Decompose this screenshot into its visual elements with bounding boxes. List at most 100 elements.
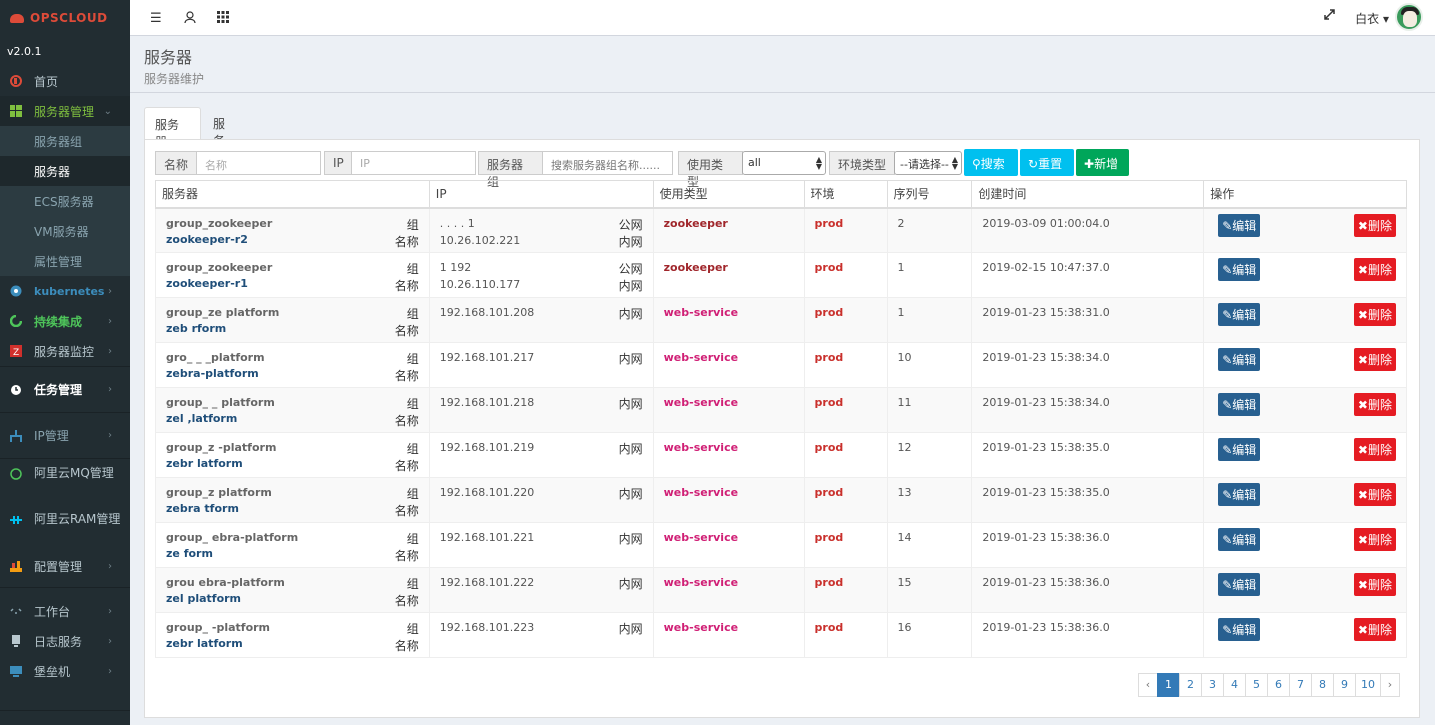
page-button[interactable]: 8 xyxy=(1311,673,1334,697)
env-select[interactable]: --请选择-- ▲ ▼ xyxy=(894,151,962,175)
col-header-created[interactable]: 创建时间 xyxy=(971,180,1205,209)
edit-button[interactable]: ✎编辑 xyxy=(1218,618,1261,641)
server-name[interactable]: zebra tform xyxy=(166,502,419,515)
sidebar-item-ecs[interactable]: ECS服务器 xyxy=(0,186,130,216)
server-name[interactable]: zebr latform xyxy=(166,457,419,470)
edit-button[interactable]: ✎编辑 xyxy=(1218,213,1261,237)
page-button[interactable]: 5 xyxy=(1245,673,1268,697)
server-name[interactable]: zeb rform xyxy=(166,322,419,335)
sidebar-item-workbench[interactable]: 工作台 › xyxy=(0,596,130,626)
server-group[interactable]: grou ebra-platform xyxy=(166,576,419,589)
created-time: 2019-02-15 10:47:37.0 xyxy=(982,261,1110,274)
name-input[interactable]: 名称 xyxy=(196,151,321,175)
page-button[interactable]: 2 xyxy=(1179,673,1202,697)
server-name[interactable]: zel ,latform xyxy=(166,412,419,425)
user-menu[interactable]: 白衣 ▾ xyxy=(1355,10,1389,27)
tab-server-attributes[interactable]: 服务器&属性 xyxy=(203,107,235,213)
delete-button[interactable]: ✖删除 xyxy=(1353,528,1396,551)
page-button[interactable]: 7 xyxy=(1289,673,1312,697)
col-header-env[interactable]: 环境 xyxy=(803,180,888,209)
sidebar-item-vm[interactable]: VM服务器 xyxy=(0,216,130,246)
delete-button[interactable]: ✖删除 xyxy=(1353,213,1396,237)
refresh-icon: ↻ xyxy=(1028,157,1039,171)
sidebar-item-home[interactable]: 首页 xyxy=(0,66,130,96)
sidebar-item-server-mgmt[interactable]: 服务器管理 ⌄ xyxy=(0,96,130,126)
server-group[interactable]: group_ _ platform xyxy=(166,396,419,409)
sidebar-item-config[interactable]: 配置管理 › xyxy=(0,551,130,581)
brand[interactable]: OPSCLOUD xyxy=(0,0,130,36)
edit-button[interactable]: ✎编辑 xyxy=(1218,438,1261,461)
tab-servers[interactable]: 服务器 xyxy=(144,107,201,149)
edit-button[interactable]: ✎编辑 xyxy=(1218,393,1261,416)
server-group[interactable]: gro_ _ _platform xyxy=(166,351,419,364)
add-button[interactable]: ✚新增 xyxy=(1076,149,1129,176)
page-button[interactable]: 9 xyxy=(1333,673,1356,697)
group-search-input[interactable]: 搜索服务器组名称...... xyxy=(542,151,673,175)
col-header-server[interactable]: 服务器 xyxy=(155,180,430,209)
page-button[interactable]: 10 xyxy=(1355,673,1381,697)
server-group[interactable]: group_zookeeper xyxy=(166,261,419,274)
server-name[interactable]: zel platform xyxy=(166,592,419,605)
cell-ip: 192.168.101.217 内网 xyxy=(428,342,654,388)
server-name[interactable]: zebra-platform xyxy=(166,367,419,380)
usage-select[interactable]: all ▲ ▼ xyxy=(742,151,826,175)
page-button[interactable]: 4 xyxy=(1223,673,1246,697)
chevron-right-icon: › xyxy=(108,285,112,297)
sidebar-item-bastion[interactable]: 堡垒机 › xyxy=(0,656,130,686)
col-header-ip[interactable]: IP xyxy=(428,180,654,209)
cell-created: 2019-01-23 15:38:34.0 xyxy=(971,387,1205,433)
menu-toggle-icon[interactable]: ☰ xyxy=(150,11,162,26)
sidebar-item-ci[interactable]: 持续集成 › xyxy=(0,306,130,336)
delete-button[interactable]: ✖删除 xyxy=(1353,348,1396,371)
sidebar-item-ram[interactable]: 阿里云RAM管理 › xyxy=(0,505,130,551)
delete-button[interactable]: ✖删除 xyxy=(1353,483,1396,506)
ip-input[interactable]: IP xyxy=(351,151,476,175)
server-name[interactable]: zookeeper-r2 xyxy=(166,233,419,246)
sidebar-item-monitor[interactable]: Z 服务器监控 › xyxy=(0,336,130,366)
server-group[interactable]: group_z -platform xyxy=(166,441,419,454)
server-name[interactable]: zebr latform xyxy=(166,637,419,650)
edit-button[interactable]: ✎编辑 xyxy=(1218,348,1261,371)
reset-button-label: 重置 xyxy=(1038,157,1063,171)
fullscreen-icon[interactable] xyxy=(1324,9,1335,24)
edit-button[interactable]: ✎编辑 xyxy=(1218,258,1261,281)
user-icon[interactable] xyxy=(184,11,196,27)
apps-grid-icon[interactable] xyxy=(217,11,229,27)
sidebar-item-ip[interactable]: IP管理 › xyxy=(0,413,130,458)
server-group[interactable]: group_ze platform xyxy=(166,306,419,319)
server-group[interactable]: group_z platform xyxy=(166,486,419,499)
delete-button[interactable]: ✖删除 xyxy=(1353,303,1396,326)
edit-button[interactable]: ✎编辑 xyxy=(1218,483,1261,506)
sidebar-item-kubernetes[interactable]: kubernetes › xyxy=(0,276,130,306)
sidebar-item-server[interactable]: 服务器 xyxy=(0,156,130,186)
delete-button[interactable]: ✖删除 xyxy=(1353,258,1396,281)
delete-button[interactable]: ✖删除 xyxy=(1353,573,1396,596)
edit-button[interactable]: ✎编辑 xyxy=(1218,303,1261,326)
sidebar-item-mq[interactable]: 阿里云MQ管理 › xyxy=(0,459,130,505)
server-name[interactable]: zookeeper-r1 xyxy=(166,277,419,290)
delete-button[interactable]: ✖删除 xyxy=(1353,618,1396,641)
sidebar-item-attributes[interactable]: 属性管理 xyxy=(0,246,130,276)
page-prev-button[interactable]: ‹ xyxy=(1138,673,1158,697)
avatar[interactable] xyxy=(1395,3,1423,31)
col-header-serial[interactable]: 序列号 xyxy=(886,180,973,209)
edit-button[interactable]: ✎编辑 xyxy=(1218,528,1261,551)
reset-button[interactable]: ↻重置 xyxy=(1020,149,1074,176)
page-next-button[interactable]: › xyxy=(1380,673,1400,697)
search-button[interactable]: ⚲搜索 xyxy=(964,149,1018,176)
cell-created: 2019-01-23 15:38:35.0 xyxy=(971,432,1205,478)
server-group[interactable]: group_zookeeper xyxy=(166,217,419,230)
edit-button[interactable]: ✎编辑 xyxy=(1218,573,1261,596)
sidebar-item-server-group[interactable]: 服务器组 xyxy=(0,126,130,156)
delete-button[interactable]: ✖删除 xyxy=(1353,393,1396,416)
delete-button[interactable]: ✖删除 xyxy=(1353,438,1396,461)
sidebar-item-tasks[interactable]: 任务管理 › xyxy=(0,367,130,412)
page-button[interactable]: 1 xyxy=(1157,673,1180,697)
server-group[interactable]: group_ ebra-platform xyxy=(166,531,419,544)
sidebar-item-logs[interactable]: 日志服务 › xyxy=(0,626,130,656)
page-button[interactable]: 6 xyxy=(1267,673,1290,697)
server-group[interactable]: group_ -platform xyxy=(166,621,419,634)
page-button[interactable]: 3 xyxy=(1201,673,1224,697)
col-header-usage[interactable]: 使用类型 xyxy=(652,180,805,209)
server-name[interactable]: ze form xyxy=(166,547,419,560)
